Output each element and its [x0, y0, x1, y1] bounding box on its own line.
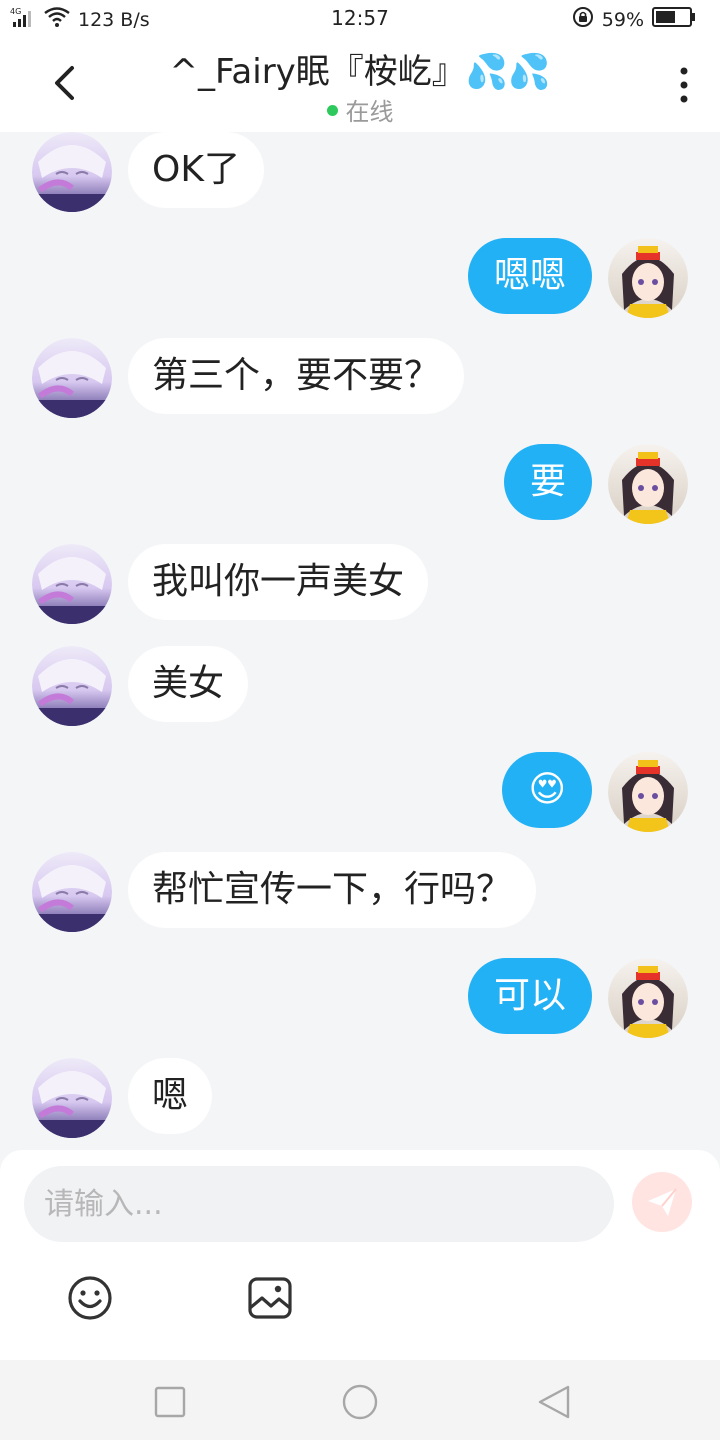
paper-plane-icon — [648, 1188, 677, 1216]
contact-avatar[interactable] — [32, 132, 112, 212]
circle-icon — [342, 1384, 378, 1420]
rotation-lock-icon — [572, 6, 594, 33]
message-composer — [0, 1150, 720, 1360]
message-row: 可以 — [0, 954, 720, 1038]
contact-avatar[interactable] — [32, 852, 112, 932]
incoming-message[interactable]: 嗯 — [128, 1058, 213, 1134]
message-row: 第三个，要不要？ — [0, 338, 720, 422]
incoming-message[interactable]: 美女 — [128, 646, 249, 722]
outgoing-message[interactable]: 嗯嗯 — [467, 238, 592, 314]
emoji-button[interactable] — [66, 1274, 114, 1322]
message-row: OK了 — [0, 132, 720, 216]
message-input[interactable] — [24, 1166, 614, 1242]
image-button[interactable] — [246, 1274, 294, 1322]
contact-avatar[interactable] — [32, 646, 112, 726]
incoming-message[interactable]: OK了 — [128, 132, 264, 208]
send-button[interactable] — [632, 1172, 692, 1232]
incoming-message[interactable]: 我叫你一声美女 — [128, 544, 429, 620]
status-right: 59% — [572, 6, 696, 33]
more-button[interactable] — [672, 64, 696, 108]
message-row: 嗯 — [0, 1058, 720, 1142]
battery-icon — [652, 6, 696, 33]
message-row: 😍 — [0, 748, 720, 832]
online-status: 在线 — [0, 92, 720, 127]
user-avatar[interactable] — [608, 444, 688, 524]
contact-avatar[interactable] — [32, 1058, 112, 1138]
more-vertical-icon — [680, 67, 688, 103]
battery-percent: 59% — [601, 8, 644, 31]
message-row: 嗯嗯 — [0, 234, 720, 318]
message-row: 帮忙宣传一下，行吗？ — [0, 852, 720, 936]
message-row: 要 — [0, 440, 720, 524]
online-label: 在线 — [345, 98, 394, 126]
incoming-message[interactable]: 帮忙宣传一下，行吗？ — [128, 852, 537, 928]
message-list[interactable]: OK了 嗯嗯 第三个，要不要？ 要 我叫你一声美女 美女 😍 帮忙宣传一下，行吗… — [0, 132, 720, 1150]
incoming-message[interactable]: 第三个，要不要？ — [128, 338, 465, 414]
navigation-bar — [0, 1360, 720, 1440]
outgoing-message[interactable]: 可以 — [467, 958, 592, 1034]
recents-button[interactable] — [150, 1382, 190, 1422]
back-nav-button[interactable] — [534, 1382, 574, 1422]
message-row: 我叫你一声美女 — [0, 544, 720, 628]
user-avatar[interactable] — [608, 752, 688, 832]
contact-avatar[interactable] — [32, 544, 112, 624]
square-icon — [154, 1386, 186, 1418]
message-row: 美女 — [0, 646, 720, 730]
contact-avatar[interactable] — [32, 338, 112, 418]
smiley-icon — [68, 1276, 112, 1320]
chat-header: ^_Fairy眠『桉屹』💦💦 在线 — [0, 36, 720, 132]
home-button[interactable] — [340, 1382, 380, 1422]
user-avatar[interactable] — [608, 958, 688, 1038]
user-avatar[interactable] — [608, 238, 688, 318]
image-icon — [248, 1277, 292, 1319]
online-dot — [326, 104, 338, 116]
outgoing-message[interactable]: 😍 — [502, 752, 592, 828]
contact-name: ^_Fairy眠『桉屹』💦💦 — [169, 52, 551, 92]
triangle-back-icon — [538, 1385, 570, 1419]
outgoing-message[interactable]: 要 — [503, 444, 592, 520]
status-bar: 4G 123 B/s 12:57 59% — [0, 0, 720, 36]
